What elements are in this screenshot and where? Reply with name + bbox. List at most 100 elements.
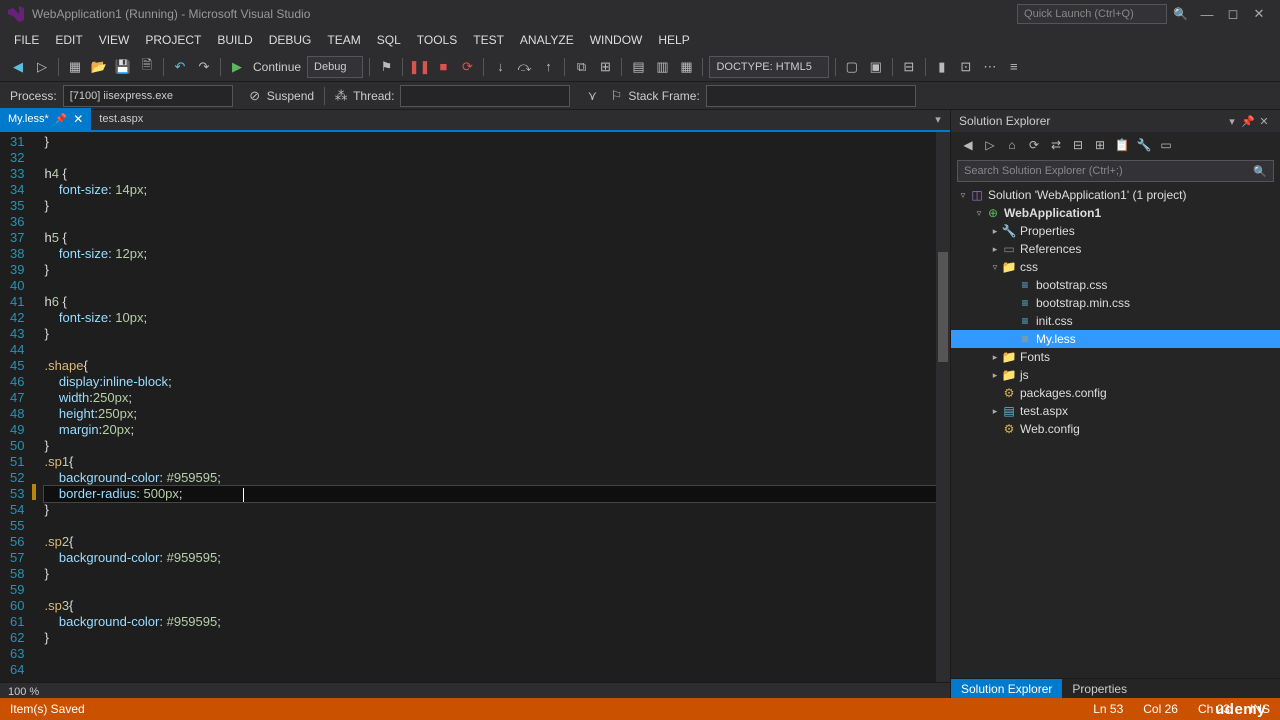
step-into-icon[interactable]: ↓ xyxy=(489,56,511,78)
tree-item[interactable]: ≡My.less xyxy=(951,330,1280,348)
redo-icon[interactable]: ↷ xyxy=(193,56,215,78)
code-line[interactable] xyxy=(44,342,936,358)
code-line[interactable]: background-color: #959595; xyxy=(44,470,936,486)
tab-testaspx[interactable]: test.aspx xyxy=(91,108,151,130)
code-line[interactable]: font-size: 12px; xyxy=(44,246,936,262)
tool-icon-a[interactable]: ⧉ xyxy=(570,56,592,78)
tool-icon-k[interactable]: ⋯ xyxy=(979,56,1001,78)
tree-item[interactable]: ▿📁css xyxy=(951,258,1280,276)
zoom-level[interactable]: 100 % xyxy=(8,686,39,698)
close-tab-icon[interactable]: ✕ xyxy=(73,112,83,126)
code-line[interactable]: } xyxy=(44,502,936,518)
tree-item[interactable]: ▸📁Fonts xyxy=(951,348,1280,366)
pause-icon[interactable]: ❚❚ xyxy=(408,56,430,78)
code-line[interactable]: } xyxy=(44,630,936,646)
tool-icon-g[interactable]: ▣ xyxy=(865,56,887,78)
continue-label[interactable]: Continue xyxy=(249,60,305,74)
tree-item[interactable]: ▸🔧Properties xyxy=(951,222,1280,240)
nav-fwd-icon[interactable]: ▷ xyxy=(31,56,53,78)
menu-analyze[interactable]: ANALYZE xyxy=(512,30,582,50)
vertical-scrollbar[interactable] xyxy=(936,132,950,682)
menu-project[interactable]: PROJECT xyxy=(137,30,209,50)
code-line[interactable]: .sp3{ xyxy=(44,598,936,614)
code-line[interactable]: } xyxy=(44,198,936,214)
code-line[interactable]: } xyxy=(44,438,936,454)
close-button[interactable]: ✕ xyxy=(1246,6,1272,22)
tree-item[interactable]: ≡bootstrap.min.css xyxy=(951,294,1280,312)
code-line[interactable]: .sp1{ xyxy=(44,454,936,470)
menu-tools[interactable]: TOOLS xyxy=(409,30,465,50)
code-line[interactable]: width:250px; xyxy=(44,390,936,406)
continue-icon[interactable]: ▶ xyxy=(226,56,248,78)
refresh-icon[interactable]: ⟳ xyxy=(1023,134,1045,156)
tab-myless[interactable]: My.less*📌✕ xyxy=(0,108,91,130)
save-all-icon[interactable]: 🗎 xyxy=(136,56,158,78)
suspend-label[interactable]: Suspend xyxy=(267,89,314,103)
code-line[interactable]: h6 { xyxy=(44,294,936,310)
collapse-icon[interactable]: ⊟ xyxy=(1067,134,1089,156)
tree-item[interactable]: ▿⊕WebApplication1 xyxy=(951,204,1280,222)
code-line[interactable] xyxy=(44,278,936,294)
tool-icon-f[interactable]: ▢ xyxy=(841,56,863,78)
undo-icon[interactable]: ↶ xyxy=(169,56,191,78)
suspend-icon[interactable]: ⊘ xyxy=(244,85,266,107)
code-line[interactable]: } xyxy=(44,262,936,278)
menu-build[interactable]: BUILD xyxy=(209,30,260,50)
tree-item[interactable]: ▸📁js xyxy=(951,366,1280,384)
step-over-icon[interactable]: ⤼ xyxy=(513,56,535,78)
code-line[interactable]: border-radius: 500px; xyxy=(44,486,936,502)
show-all-icon[interactable]: ⊞ xyxy=(1089,134,1111,156)
code-line[interactable] xyxy=(44,150,936,166)
extra-icon[interactable]: ▭ xyxy=(1155,134,1177,156)
code-line[interactable]: .sp2{ xyxy=(44,534,936,550)
maximize-button[interactable]: ◻ xyxy=(1220,6,1246,22)
code-line[interactable]: font-size: 14px; xyxy=(44,182,936,198)
code-line[interactable]: .shape{ xyxy=(44,358,936,374)
menu-edit[interactable]: EDIT xyxy=(47,30,90,50)
code-line[interactable]: h4 { xyxy=(44,166,936,182)
step-out-icon[interactable]: ↑ xyxy=(537,56,559,78)
sync-icon[interactable]: ⇄ xyxy=(1045,134,1067,156)
code-line[interactable]: } xyxy=(44,326,936,342)
solution-search-input[interactable]: Search Solution Explorer (Ctrl+;) 🔍 xyxy=(957,160,1274,182)
pin-icon[interactable]: 📌 xyxy=(55,114,67,125)
open-file-icon[interactable]: 📂 xyxy=(88,56,110,78)
tree-item[interactable]: ▸▤test.aspx xyxy=(951,402,1280,420)
code-line[interactable]: font-size: 10px; xyxy=(44,310,936,326)
expand-icon[interactable]: ▸ xyxy=(989,370,1001,381)
flag-icon[interactable]: ⚐ xyxy=(605,85,627,107)
save-icon[interactable]: 💾 xyxy=(112,56,134,78)
new-project-icon[interactable]: ▦ xyxy=(64,56,86,78)
code-line[interactable]: h5 { xyxy=(44,230,936,246)
menu-sql[interactable]: SQL xyxy=(369,30,409,50)
config-dropdown[interactable]: Debug xyxy=(307,56,363,78)
expand-icon[interactable]: ▿ xyxy=(957,190,969,201)
code-content[interactable]: } h4 { font-size: 14px;} h5 { font-size: 1… xyxy=(36,132,936,682)
tree-item[interactable]: ≡bootstrap.css xyxy=(951,276,1280,294)
search-glass-icon[interactable]: 🔍 xyxy=(1253,165,1267,178)
tool-icon-c[interactable]: ▤ xyxy=(627,56,649,78)
nav-back-icon[interactable]: ◀ xyxy=(7,56,29,78)
code-line[interactable] xyxy=(44,662,936,678)
code-line[interactable] xyxy=(44,582,936,598)
menu-help[interactable]: HELP xyxy=(650,30,697,50)
tree-item[interactable]: ⚙Web.config xyxy=(951,420,1280,438)
code-line[interactable]: } xyxy=(44,566,936,582)
process-dropdown[interactable]: [7100] iisexpress.exe xyxy=(63,85,233,107)
expand-icon[interactable]: ▿ xyxy=(973,208,985,219)
menu-file[interactable]: FILE xyxy=(6,30,47,50)
code-line[interactable]: height:250px; xyxy=(44,406,936,422)
fwd-icon[interactable]: ▷ xyxy=(979,134,1001,156)
code-line[interactable]: background-color: #959595; xyxy=(44,614,936,630)
properties-icon[interactable]: 📋 xyxy=(1111,134,1133,156)
expand-icon[interactable]: ▸ xyxy=(989,406,1001,417)
panel-pin-icon[interactable]: 📌 xyxy=(1240,115,1256,128)
back-icon[interactable]: ◀ xyxy=(957,134,979,156)
home-icon[interactable]: ⌂ xyxy=(1001,134,1023,156)
expand-icon[interactable]: ▿ xyxy=(989,262,1001,273)
tree-item[interactable]: ⚙packages.config xyxy=(951,384,1280,402)
tree-item[interactable]: ▿◫Solution 'WebApplication1' (1 project) xyxy=(951,186,1280,204)
quick-launch-input[interactable]: Quick Launch (Ctrl+Q) xyxy=(1017,4,1167,24)
minimize-button[interactable]: — xyxy=(1194,7,1220,22)
scrollbar-thumb[interactable] xyxy=(938,252,948,362)
